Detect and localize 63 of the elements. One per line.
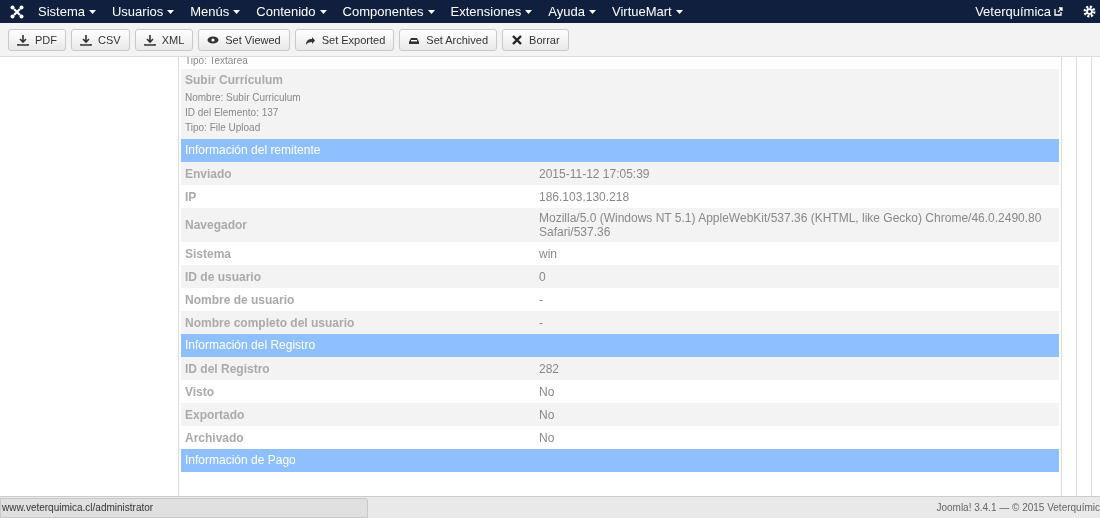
row-value: 0 [539,268,547,286]
toolbar-button[interactable]: Borrar [502,28,569,51]
nav-menu[interactable]: Componentes [342,4,435,19]
footer-text: Joomla! 3.4.1 — © 2015 Veterquímic [936,502,1100,513]
toolbar-button[interactable]: CSV [71,28,130,51]
row-label: Navegador [184,218,249,232]
row-label: Archivado [184,430,245,445]
toolbar-button[interactable]: Set Viewed [198,28,290,51]
caret-icon [525,9,533,14]
toolbar-button[interactable]: XML [134,28,194,51]
nav-menu[interactable]: Usuarios [111,4,175,19]
caret-icon [589,9,596,14]
row-value: - [539,314,544,332]
status-url: www.veterquimica.cl/administrator [0,497,368,518]
row-label: ID del Registro [184,361,271,376]
section-header: Información de Pago [181,449,1059,472]
scrollbar-track[interactable] [1076,57,1092,496]
field-title: Subir Currículum [185,73,284,87]
row-value: Mozilla/5.0 (Windows NT 5.1) AppleWebKit/537.36 (KHTML, like Gecko) Chrome/46.0.2490.80 Safari/537.36 [539,210,1043,241]
section-header: Información del remitente [181,139,1059,162]
nav-menu[interactable]: Extensiones [450,4,533,19]
toolbar-button[interactable]: Set Archived [399,28,498,51]
nav-menu[interactable]: Contenido [256,4,327,19]
row-value: 2015-11-12 17:05:39 [539,165,651,183]
external-link-icon [1054,7,1063,16]
row-value: win [539,245,558,263]
row-label: Exportado [184,407,246,422]
settings-icon[interactable] [1083,5,1096,18]
field-detail: ID del Elemento: 137 [185,106,280,120]
row-label: Nombre de usuario [184,292,296,307]
row-value: No [539,406,556,424]
download-icon [80,33,92,46]
field-detail: Tipo: File Upload [185,121,262,135]
section-header: Información del Registro [181,334,1059,357]
row-label: Sistema [184,246,233,261]
row-value: 186.103.130.218 [539,188,631,206]
row-label: Nombre completo del usuario [184,315,356,330]
row-value: No [539,383,556,401]
download-icon [143,33,156,46]
caret-icon [319,9,327,14]
nav-menu[interactable]: Sistema [38,4,96,19]
toolbar-button[interactable]: Set Exported [294,28,395,51]
caret-icon [675,9,683,14]
nav-menu[interactable]: VirtueMart [612,4,683,19]
row-value: - [539,291,544,309]
logo-icon[interactable] [10,4,24,19]
row-label: IP [184,189,198,204]
field-detail: Nombre: Subir Curriculum [185,91,302,105]
caret-icon [167,9,175,14]
caret-icon [233,9,241,14]
caret-icon [88,9,96,14]
site-link[interactable]: Veterquímica [975,4,1063,19]
caret-icon [427,9,435,14]
toolbar-button[interactable]: PDF [8,28,66,51]
row-label: Visto [184,384,216,399]
nav-menu[interactable]: Ayuda [548,4,596,19]
row-value: No [539,429,556,447]
delete-icon [511,33,524,46]
row-value: 282 [539,360,561,378]
nav-menu[interactable]: Menús [190,4,241,19]
row-label: ID de usuario [184,269,262,284]
row-label: Enviado [184,166,233,181]
download-icon [17,33,29,46]
